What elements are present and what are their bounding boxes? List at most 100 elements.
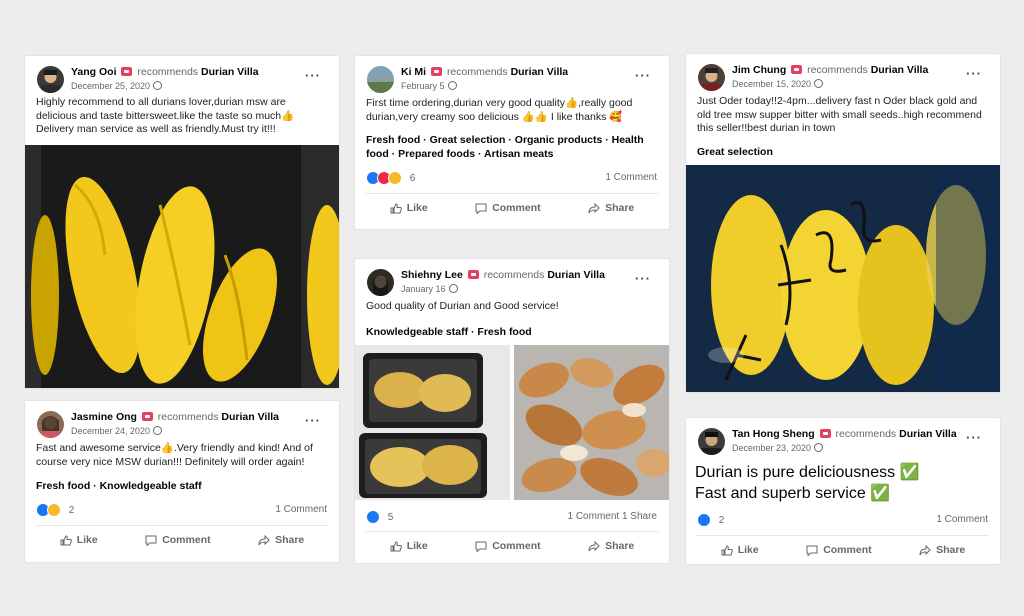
wow-reaction-icon[interactable]	[388, 171, 402, 185]
action-bar: Like Comment Share	[697, 535, 989, 564]
avatar[interactable]	[367, 66, 394, 93]
reviewer-name[interactable]: Yang Ooi	[71, 66, 117, 78]
avatar[interactable]	[37, 66, 64, 93]
thumbs-up-icon	[390, 202, 402, 213]
share-label: Share	[605, 540, 635, 552]
share-label: Share	[605, 202, 635, 214]
post-date[interactable]: December 15, 2020	[732, 79, 811, 89]
post-header: Shiehny Lee recommends Durian Villa Janu…	[355, 259, 669, 297]
page-name[interactable]: Durian Villa	[547, 269, 605, 281]
more-options-icon[interactable]: ···	[966, 66, 982, 81]
reviewer-name[interactable]: Ki Mi	[401, 66, 426, 78]
comment-button[interactable]: Comment	[806, 544, 872, 556]
like-reaction-icon[interactable]	[366, 510, 380, 524]
recommends-label: recommends	[835, 428, 897, 440]
review-tags: Fresh food · Knowledgeable staff	[36, 480, 202, 492]
globe-icon	[814, 443, 824, 452]
share-button[interactable]: Share	[588, 202, 634, 214]
page-name[interactable]: Durian Villa	[899, 428, 957, 440]
action-bar: Like Comment Share	[366, 531, 658, 560]
review-tags: Knowledgeable staff · Fresh food	[366, 325, 532, 338]
post-header: Jasmine Ong recommends Durian Villa Dece…	[25, 401, 339, 439]
review-text: First time ordering,durian very good qua…	[366, 97, 633, 123]
avatar[interactable]	[37, 411, 64, 438]
old-tree-durian-photo[interactable]	[686, 165, 1000, 392]
recommend-icon	[121, 67, 133, 76]
review-card-jim-chung: Jim Chung recommends Durian Villa Decemb…	[686, 54, 1000, 392]
post-stats: 2 1 Comment	[25, 499, 339, 521]
review-tags: Fresh food · Great selection · Organic p…	[366, 134, 644, 160]
post-date[interactable]: January 16	[401, 284, 446, 294]
post-stats: 6 1 Comment	[355, 167, 669, 189]
review-text: Just Oder today!!2-4pm...delivery fast n…	[697, 95, 982, 134]
recommends-label: recommends	[483, 269, 545, 281]
comment-button[interactable]: Comment	[475, 540, 541, 552]
comment-button[interactable]: Comment	[145, 534, 211, 546]
comment-icon	[475, 203, 487, 214]
reaction-count[interactable]: 2	[69, 505, 75, 516]
reviewer-name[interactable]: Jim Chung	[732, 64, 786, 76]
thumbs-up-icon	[390, 540, 402, 551]
comment-share-count[interactable]: 1 Comment 1 Share	[568, 511, 658, 522]
review-text: Highly recommend to all durians lover,du…	[36, 96, 295, 135]
like-button[interactable]: Like	[721, 544, 759, 556]
like-label: Like	[76, 534, 98, 546]
comment-count[interactable]: 1 Comment	[936, 514, 988, 525]
globe-icon	[153, 426, 163, 435]
avatar[interactable]	[367, 269, 394, 296]
more-options-icon[interactable]: ···	[966, 430, 982, 445]
comment-label: Comment	[162, 534, 211, 546]
comment-button[interactable]: Comment	[475, 202, 541, 214]
durian-photo[interactable]	[25, 145, 339, 388]
comment-icon	[145, 535, 157, 546]
comment-count[interactable]: 1 Comment	[605, 172, 657, 183]
post-date[interactable]: December 25, 2020	[71, 81, 150, 91]
post-date[interactable]: December 23, 2020	[732, 443, 811, 453]
haha-reaction-icon[interactable]	[47, 503, 61, 517]
like-button[interactable]: Like	[390, 540, 428, 552]
globe-icon	[153, 81, 163, 90]
share-icon	[258, 534, 270, 545]
page-name[interactable]: Durian Villa	[871, 64, 929, 76]
post-date[interactable]: February 5	[401, 81, 445, 91]
reviewer-name[interactable]: Jasmine Ong	[71, 411, 137, 423]
recommend-icon	[467, 270, 479, 279]
comment-label: Comment	[492, 202, 541, 214]
action-bar: Like Comment Share	[36, 525, 328, 554]
page-name[interactable]: Durian Villa	[511, 66, 569, 78]
page-name[interactable]: Durian Villa	[221, 411, 279, 423]
page-name[interactable]: Durian Villa	[201, 66, 259, 78]
share-button[interactable]: Share	[258, 534, 304, 546]
comment-label: Comment	[823, 544, 872, 556]
review-card-yang-ooi: Yang Ooi recommends Durian Villa Decembe…	[25, 56, 339, 388]
more-options-icon[interactable]: ···	[305, 68, 321, 83]
more-options-icon[interactable]: ···	[305, 413, 321, 428]
avatar[interactable]	[698, 428, 725, 455]
reviewer-name[interactable]: Shiehny Lee	[401, 269, 463, 281]
share-button[interactable]: Share	[588, 540, 634, 552]
comment-label: Comment	[492, 540, 541, 552]
post-header: Yang Ooi recommends Durian Villa Decembe…	[25, 56, 339, 94]
like-button[interactable]: Like	[390, 202, 428, 214]
more-options-icon[interactable]: ···	[635, 271, 651, 286]
share-button[interactable]: Share	[919, 544, 965, 556]
more-options-icon[interactable]: ···	[635, 68, 651, 83]
review-text: Fast and awesome service👍.Very friendly …	[36, 442, 313, 468]
durian-seeds-photo[interactable]	[514, 345, 669, 500]
reaction-count[interactable]: 5	[388, 512, 394, 523]
reaction-count[interactable]: 6	[410, 173, 416, 184]
comment-count[interactable]: 1 Comment	[275, 504, 327, 515]
globe-icon	[448, 284, 458, 293]
avatar[interactable]	[698, 64, 725, 91]
post-header: Ki Mi recommends Durian Villa February 5…	[355, 56, 669, 94]
recommends-label: recommends	[807, 64, 868, 76]
like-button[interactable]: Like	[60, 534, 98, 546]
durian-box-photo[interactable]	[355, 345, 510, 500]
like-reaction-icon[interactable]	[697, 513, 711, 527]
post-date[interactable]: December 24, 2020	[71, 426, 150, 436]
recommend-icon	[819, 429, 831, 438]
reviewer-name[interactable]: Tan Hong Sheng	[732, 428, 815, 440]
review-card-tan-hong-sheng: Tan Hong Sheng recommends Durian Villa D…	[686, 418, 1000, 564]
share-icon	[588, 540, 600, 551]
reaction-count[interactable]: 2	[719, 515, 725, 526]
